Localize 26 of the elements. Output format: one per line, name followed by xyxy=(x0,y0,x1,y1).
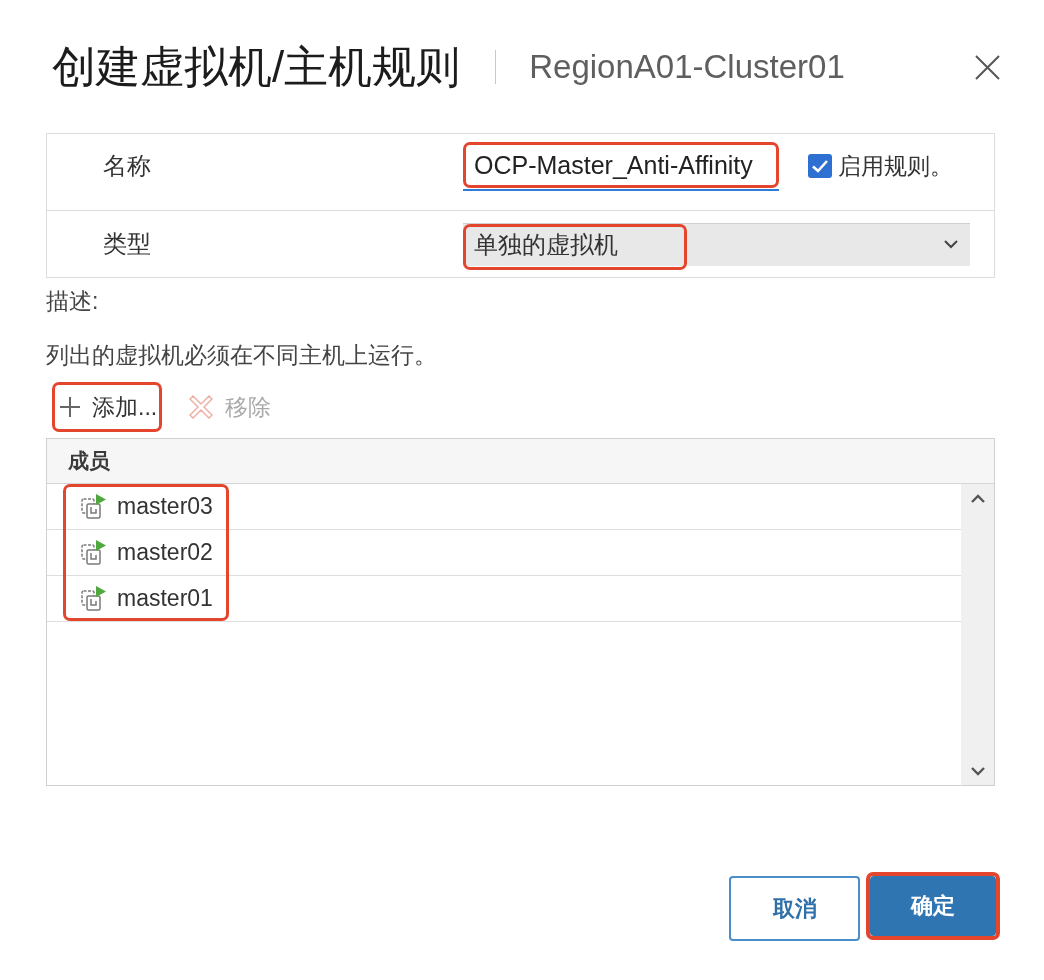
close-icon[interactable] xyxy=(975,54,1000,80)
checkbox-label: 启用规则。 xyxy=(838,151,953,181)
vm-name: master01 xyxy=(117,585,213,612)
plus-icon xyxy=(60,397,80,417)
column-header[interactable]: 成员 xyxy=(47,439,994,484)
enable-rule-checkbox[interactable] xyxy=(808,154,832,178)
scroll-down-icon[interactable] xyxy=(970,767,985,776)
add-button[interactable]: 添加... xyxy=(52,382,163,432)
field-label: 名称 xyxy=(102,151,151,181)
ok-button[interactable]: 确定 xyxy=(870,876,996,936)
description-label: 描述: xyxy=(46,287,100,316)
caret-icon xyxy=(944,240,958,249)
cross-icon xyxy=(189,395,214,419)
vm-icon xyxy=(80,493,107,520)
cluster-name: RegionA01-Cluster01 xyxy=(529,48,846,86)
cancel-button[interactable]: 取消 xyxy=(729,876,860,941)
field-label: 类型 xyxy=(102,229,151,259)
scrollbar[interactable] xyxy=(961,484,994,785)
dialog-title: 创建虚拟机/主机规则 xyxy=(52,42,461,92)
vm-icon xyxy=(80,539,107,566)
vm-name: master03 xyxy=(117,493,213,520)
vm-icon xyxy=(80,585,107,612)
scroll-up-icon[interactable] xyxy=(970,494,985,503)
vm-name: master02 xyxy=(117,539,213,566)
description-text: 列出的虚拟机必须在不同主机上运行。 xyxy=(46,341,438,370)
name-input[interactable]: OCP-Master_Anti-Affinity xyxy=(463,141,779,191)
